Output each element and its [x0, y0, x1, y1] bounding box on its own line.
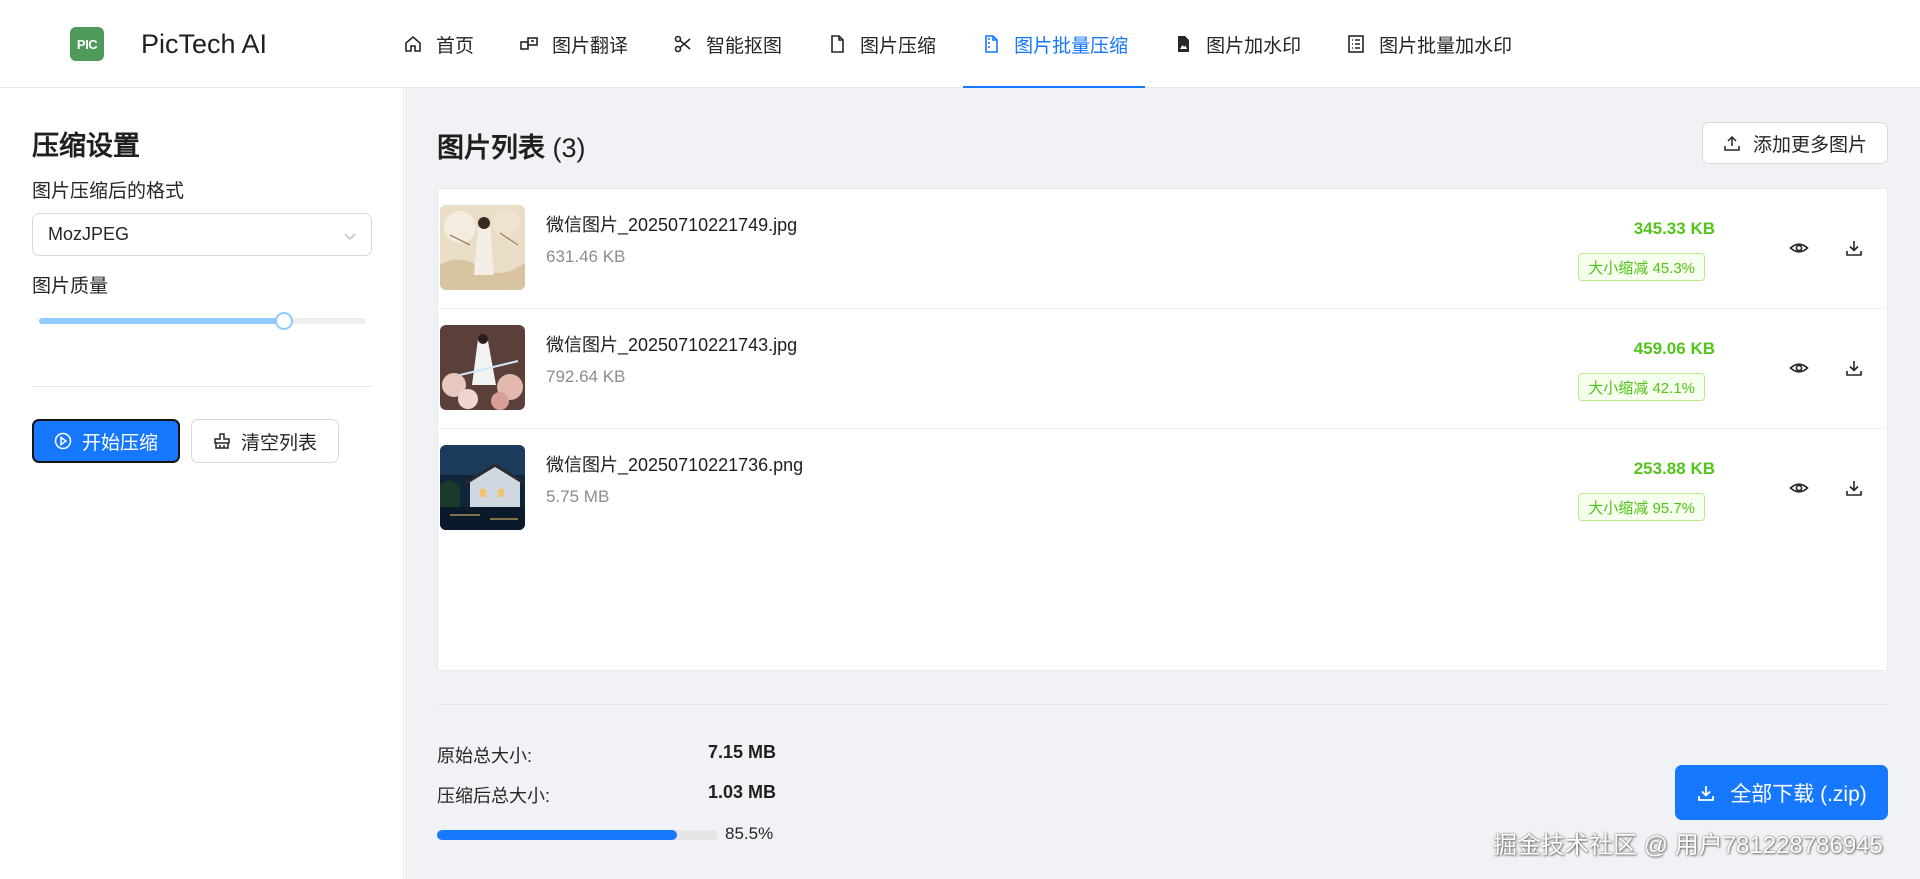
- compression-progress-fill: [437, 830, 678, 840]
- upload-icon: [1723, 134, 1741, 152]
- start-compress-button[interactable]: 开始压缩: [32, 419, 180, 463]
- compressed-size: 345.33 KB: [1633, 219, 1715, 238]
- app-logo[interactable]: PIC: [70, 27, 104, 61]
- compressed-total-value: 1.03 MB: [708, 782, 777, 802]
- format-select[interactable]: MozJPEG: [32, 213, 372, 256]
- nav-label: 图片加水印: [1206, 35, 1302, 57]
- nav-item-translate[interactable]: 图片翻译: [501, 0, 645, 88]
- download-icon: [1696, 783, 1716, 803]
- image-thumbnail[interactable]: [440, 445, 525, 530]
- play-circle-icon: [54, 432, 72, 450]
- file-image-icon: [1172, 33, 1194, 55]
- list-item: 微信图片_20250710221743.jpg 792.64 KB 459.06…: [438, 309, 1887, 429]
- download-button[interactable]: [1843, 357, 1865, 379]
- compression-progress-text: 85.5%: [725, 824, 774, 843]
- nav-item-batch-watermark[interactable]: 图片批量加水印: [1328, 0, 1529, 88]
- list-item: 微信图片_20250710221736.png 5.75 MB 253.88 K…: [438, 429, 1887, 549]
- chevron-down-icon: [343, 227, 357, 248]
- quality-slider-handle[interactable]: [275, 312, 294, 330]
- nav-item-home[interactable]: 首页: [385, 0, 491, 88]
- format-select-value: MozJPEG: [48, 224, 130, 244]
- start-compress-label: 开始压缩: [81, 432, 158, 454]
- image-list-count: (3): [552, 133, 586, 163]
- add-more-images-label: 添加更多图片: [1752, 134, 1867, 156]
- eye-icon: [1789, 243, 1809, 253]
- settings-sidebar: 压缩设置 图片压缩后的格式 MozJPEG 图片质量 开始压缩 清空列表: [0, 88, 404, 879]
- preview-button[interactable]: [1788, 357, 1810, 379]
- image-list-title-text: 图片列表: [437, 133, 545, 163]
- main-nav: 首页 图片翻译 智能抠图 图片压缩 图片批量压缩 图片加水印 图片批量加水印: [385, 0, 1539, 89]
- file-zip-icon: [980, 33, 1002, 55]
- summary-divider: [437, 704, 1888, 705]
- nav-label: 智能抠图: [706, 35, 783, 57]
- clear-icon: [213, 432, 231, 450]
- original-total-value: 7.15 MB: [708, 742, 777, 762]
- list-item: 微信图片_20250710221749.jpg 631.46 KB 345.33…: [438, 189, 1887, 309]
- download-all-button[interactable]: 全部下载 (.zip): [1675, 765, 1888, 820]
- format-label: 图片压缩后的格式: [32, 181, 185, 202]
- compression-progress: [437, 830, 718, 840]
- eye-icon: [1789, 363, 1809, 373]
- quality-slider[interactable]: [39, 312, 366, 330]
- clear-list-button[interactable]: 清空列表: [191, 419, 339, 463]
- compressed-total-label: 压缩后总大小:: [437, 786, 551, 806]
- nav-label: 图片翻译: [552, 35, 629, 57]
- eye-icon: [1789, 483, 1809, 493]
- image-thumbnail[interactable]: [440, 205, 525, 290]
- reduction-badge: 大小缩减 45.3%: [1578, 253, 1705, 281]
- original-size: 792.64 KB: [546, 367, 626, 386]
- main-content: 图片列表 (3) 添加更多图片 微信图片_20250710221749.jpg …: [405, 88, 1920, 879]
- quality-slider-track: [39, 318, 285, 324]
- reduction-badge: 大小缩减 42.1%: [1578, 373, 1705, 401]
- clear-list-label: 清空列表: [240, 432, 317, 454]
- image-list: 微信图片_20250710221749.jpg 631.46 KB 345.33…: [437, 188, 1888, 671]
- compressed-size: 459.06 KB: [1633, 339, 1715, 358]
- nav-item-batch-compress[interactable]: 图片批量压缩: [963, 0, 1146, 89]
- reduction-badge: 大小缩减 95.7%: [1578, 493, 1705, 521]
- app-header: PIC PicTech AI 首页 图片翻译 智能抠图 图片压缩 图片批量压缩 …: [0, 0, 1920, 89]
- nav-label: 图片批量加水印: [1379, 35, 1513, 57]
- divider: [32, 386, 372, 387]
- quality-label: 图片质量: [32, 276, 109, 297]
- nav-item-watermark[interactable]: 图片加水印: [1155, 0, 1318, 88]
- download-icon: [1846, 241, 1862, 256]
- nav-item-compress[interactable]: 图片压缩: [809, 0, 953, 88]
- compressed-size: 253.88 KB: [1633, 459, 1715, 478]
- nav-label: 首页: [436, 35, 475, 57]
- file-name: 微信图片_20250710221743.jpg: [546, 335, 798, 355]
- download-icon: [1846, 481, 1862, 496]
- list-icon: [1345, 33, 1367, 55]
- download-button[interactable]: [1843, 477, 1865, 499]
- preview-button[interactable]: [1788, 477, 1810, 499]
- download-icon: [1846, 361, 1862, 376]
- download-button[interactable]: [1843, 237, 1865, 259]
- file-name: 微信图片_20250710221736.png: [546, 455, 804, 475]
- scissors-icon: [672, 33, 694, 55]
- nav-label: 图片压缩: [860, 35, 937, 57]
- preview-button[interactable]: [1788, 237, 1810, 259]
- image-list-title: 图片列表 (3): [437, 126, 586, 165]
- nav-item-cutout[interactable]: 智能抠图: [655, 0, 799, 88]
- download-all-label: 全部下载 (.zip): [1730, 782, 1867, 806]
- original-size: 5.75 MB: [546, 487, 610, 506]
- settings-title: 压缩设置: [32, 131, 140, 161]
- file-name: 微信图片_20250710221749.jpg: [546, 215, 798, 235]
- app-brand: PicTech AI: [141, 29, 268, 59]
- home-icon: [402, 33, 424, 55]
- file-icon: [826, 33, 848, 55]
- add-more-images-button[interactable]: 添加更多图片: [1702, 122, 1888, 164]
- nav-label: 图片批量压缩: [1014, 35, 1129, 57]
- translate-icon: [518, 33, 540, 55]
- original-size: 631.46 KB: [546, 247, 626, 266]
- image-thumbnail[interactable]: [440, 325, 525, 410]
- original-total-label: 原始总大小:: [437, 746, 533, 766]
- site-watermark: 掘金技术社区 @ 用户781228786945: [1493, 832, 1883, 859]
